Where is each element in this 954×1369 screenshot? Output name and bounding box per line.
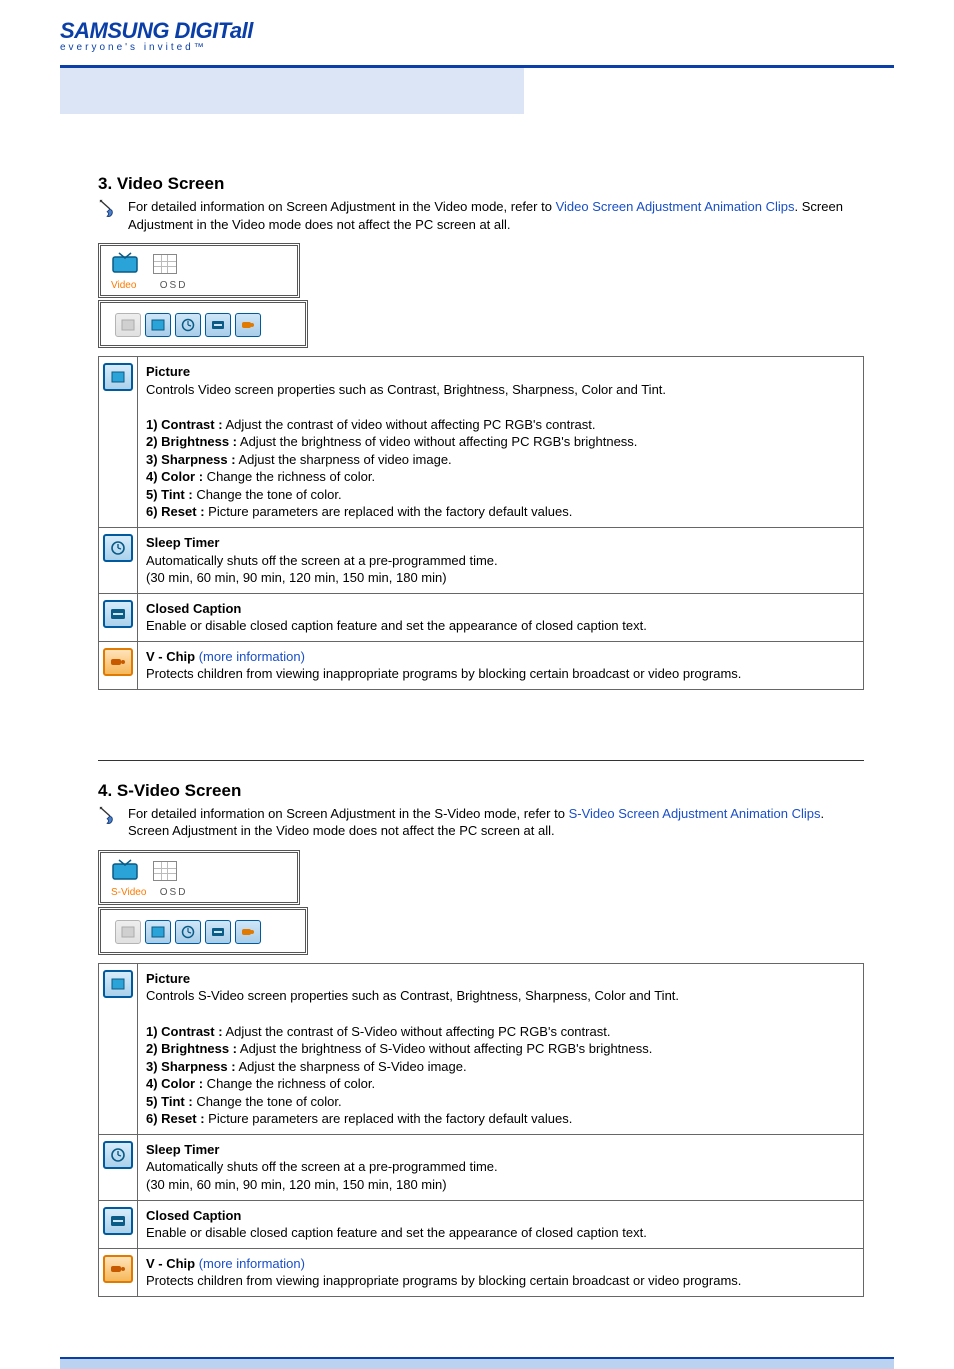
brand-tagline: everyone's invited™ xyxy=(60,42,954,53)
link-video-animation-clips[interactable]: Video Screen Adjustment Animation Clips xyxy=(556,199,795,214)
osd-grid-icon xyxy=(153,254,177,274)
osd-mode-card-svideo: S-Video OSD xyxy=(98,850,300,905)
table-row: Sleep Timer Automatically shuts off the … xyxy=(99,528,864,594)
feature-desc: Automatically shuts off the screen at a … xyxy=(146,1159,498,1174)
feature-desc: Protects children from viewing inappropr… xyxy=(146,1273,741,1288)
cursor-brush-icon xyxy=(98,805,122,827)
feature-desc: Enable or disable closed caption feature… xyxy=(146,1225,647,1240)
feature-title: Closed Caption xyxy=(146,601,241,616)
osd-label: OSD xyxy=(160,280,188,291)
table-row: V - Chip (more information) Protects chi… xyxy=(99,641,864,689)
osd-tabstrip-svideo xyxy=(98,907,308,955)
table-row: Picture Controls Video screen properties… xyxy=(99,357,864,528)
feature-title: Closed Caption xyxy=(146,1208,241,1223)
osd-label: OSD xyxy=(160,887,188,898)
table-row: Closed Caption Enable or disable closed … xyxy=(99,593,864,641)
note-svideo: For detailed information on Screen Adjus… xyxy=(98,805,864,840)
page-header: SAMSUNG DIGITall everyone's invited™ xyxy=(0,0,954,59)
feature-desc: Protects children from viewing inappropr… xyxy=(146,666,741,681)
feature-title: V - Chip xyxy=(146,1256,199,1271)
closed-caption-icon xyxy=(103,600,133,628)
header-banner xyxy=(60,65,894,114)
link-vchip-more-info[interactable]: (more information) xyxy=(199,1256,305,1271)
feature-desc: Automatically shuts off the screen at a … xyxy=(146,553,498,568)
picture-icon xyxy=(103,970,133,998)
table-row: Picture Controls S-Video screen properti… xyxy=(99,963,864,1134)
feature-desc: Enable or disable closed caption feature… xyxy=(146,618,647,633)
feature-title: Sleep Timer xyxy=(146,1142,219,1157)
tab-clock-icon[interactable] xyxy=(175,920,201,944)
tab-picture-icon[interactable] xyxy=(145,920,171,944)
mode-label: Video xyxy=(111,280,157,291)
section-divider xyxy=(98,760,864,761)
vchip-icon xyxy=(103,648,133,676)
feature-table-svideo: Picture Controls S-Video screen properti… xyxy=(98,963,864,1297)
osd-tabstrip-video xyxy=(98,300,308,348)
vchip-icon xyxy=(103,1255,133,1283)
feature-title: Picture xyxy=(146,364,190,379)
osd-grid-icon xyxy=(153,861,177,881)
table-row: V - Chip (more information) Protects chi… xyxy=(99,1248,864,1296)
table-row: Sleep Timer Automatically shuts off the … xyxy=(99,1134,864,1200)
feature-desc: Controls S-Video screen properties such … xyxy=(146,988,679,1003)
brand-logo: SAMSUNG DIGITall xyxy=(60,18,954,44)
tab-caption-icon[interactable] xyxy=(205,313,231,337)
table-row: Closed Caption Enable or disable closed … xyxy=(99,1200,864,1248)
picture-icon xyxy=(103,363,133,391)
section-title-video: 3. Video Screen xyxy=(98,174,864,194)
clock-icon xyxy=(103,1141,133,1169)
cursor-brush-icon xyxy=(98,198,122,220)
tab-vchip-icon[interactable] xyxy=(235,313,261,337)
tab-vchip-icon[interactable] xyxy=(235,920,261,944)
tab-clock-icon[interactable] xyxy=(175,313,201,337)
feature-title: Picture xyxy=(146,971,190,986)
section-title-svideo: 4. S-Video Screen xyxy=(98,781,864,801)
feature-title: Sleep Timer xyxy=(146,535,219,550)
tab-dimmed-icon xyxy=(115,313,141,337)
osd-mode-card-video: Video OSD xyxy=(98,243,300,298)
feature-desc: Controls Video screen properties such as… xyxy=(146,382,666,397)
link-vchip-more-info[interactable]: (more information) xyxy=(199,649,305,664)
feature-title: V - Chip xyxy=(146,649,199,664)
mode-label: S-Video xyxy=(111,887,157,898)
closed-caption-icon xyxy=(103,1207,133,1235)
tab-dimmed-icon xyxy=(115,920,141,944)
feature-desc-2: (30 min, 60 min, 90 min, 120 min, 150 mi… xyxy=(146,570,447,585)
note-text-pre: For detailed information on Screen Adjus… xyxy=(128,199,556,214)
feature-desc-2: (30 min, 60 min, 90 min, 120 min, 150 mi… xyxy=(146,1177,447,1192)
note-video: For detailed information on Screen Adjus… xyxy=(98,198,864,233)
tab-caption-icon[interactable] xyxy=(205,920,231,944)
clock-icon xyxy=(103,534,133,562)
tab-picture-icon[interactable] xyxy=(145,313,171,337)
link-svideo-animation-clips[interactable]: S-Video Screen Adjustment Animation Clip… xyxy=(569,806,821,821)
feature-table-video: Picture Controls Video screen properties… xyxy=(98,356,864,690)
note-text-pre: For detailed information on Screen Adjus… xyxy=(128,806,569,821)
tv-icon xyxy=(111,859,139,883)
tv-icon xyxy=(111,252,139,276)
footer-bar xyxy=(60,1357,894,1369)
